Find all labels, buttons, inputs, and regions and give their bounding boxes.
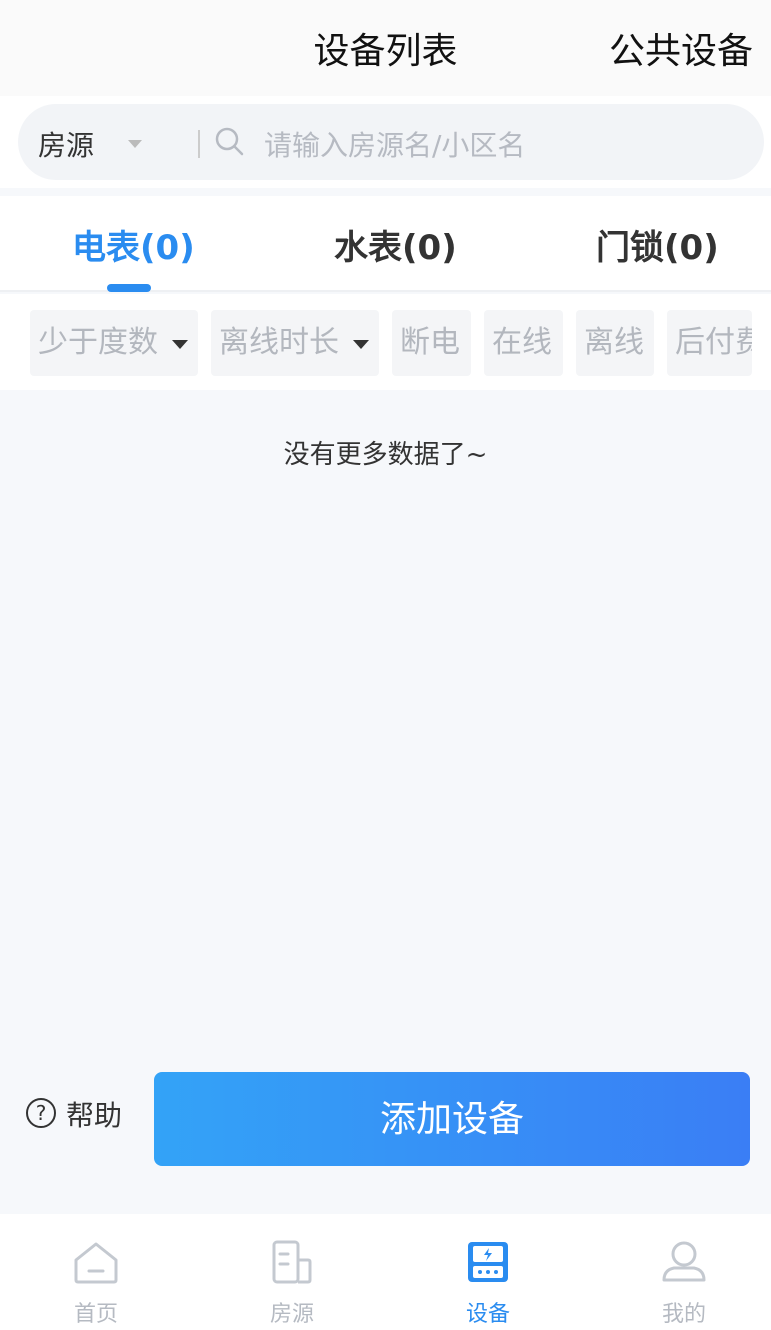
app-root: 设备列表 公共设备 房源 请输入房源名/小区名 电表(0) 水表(0) 门锁(0… <box>0 0 771 1330</box>
device-icon <box>468 1242 508 1282</box>
nav-label-devices: 设备 <box>465 1302 510 1327</box>
filter-bar: 少于度数 离线时长 断电 在线 离线 后付费 <box>0 294 771 390</box>
home-icon <box>74 1242 118 1284</box>
search-bar: 房源 请输入房源名/小区名 <box>18 104 764 180</box>
search-section: 房源 请输入房源名/小区名 <box>0 96 771 188</box>
filter-low-reading[interactable]: 少于度数 <box>30 310 198 376</box>
property-selector[interactable]: 房源 <box>38 124 94 164</box>
nav-item-profile[interactable]: 我的 <box>588 1214 771 1330</box>
nav-label-profile: 我的 <box>661 1302 706 1327</box>
question-icon: ? <box>26 1098 56 1128</box>
nav-item-devices[interactable]: 设备 <box>392 1214 584 1330</box>
filter-offline[interactable]: 离线 <box>576 310 654 376</box>
chevron-down-icon[interactable] <box>128 140 142 148</box>
search-icon <box>215 127 244 156</box>
nav-item-home[interactable]: 首页 <box>0 1214 192 1330</box>
filter-label: 少于度数 <box>38 325 158 360</box>
filter-label: 离线时长 <box>219 325 339 360</box>
nav-item-properties[interactable]: 房源 <box>196 1214 388 1330</box>
header-bar: 设备列表 公共设备 <box>0 0 771 96</box>
add-device-button[interactable]: 添加设备 <box>154 1072 750 1166</box>
device-type-tabs: 电表(0) 水表(0) 门锁(0) <box>0 196 771 292</box>
public-devices-button[interactable]: 公共设备 <box>609 22 753 74</box>
building-icon <box>272 1240 312 1284</box>
tab-door-lock[interactable]: 门锁(0) <box>596 220 719 269</box>
active-tab-indicator <box>107 284 151 292</box>
nav-label-properties: 房源 <box>269 1302 314 1327</box>
filter-postpaid[interactable]: 后付费 <box>667 310 752 376</box>
profile-icon <box>662 1241 706 1282</box>
caret-down-icon <box>172 340 188 349</box>
tab-water-meter[interactable]: 水表(0) <box>334 220 457 269</box>
nav-label-home: 首页 <box>73 1302 118 1327</box>
filter-online[interactable]: 在线 <box>484 310 563 376</box>
empty-list-message: 没有更多数据了~ <box>283 440 488 470</box>
search-input[interactable]: 请输入房源名/小区名 <box>264 124 525 164</box>
search-divider <box>198 130 200 158</box>
bottom-navigation: 首页 房源 设备 我的 <box>0 1214 771 1330</box>
tab-electric-meter[interactable]: 电表(0) <box>72 220 195 269</box>
filter-offline-duration[interactable]: 离线时长 <box>211 310 379 376</box>
caret-down-icon <box>353 340 369 349</box>
help-label: 帮助 <box>66 1099 123 1132</box>
filter-power-off[interactable]: 断电 <box>392 310 471 376</box>
